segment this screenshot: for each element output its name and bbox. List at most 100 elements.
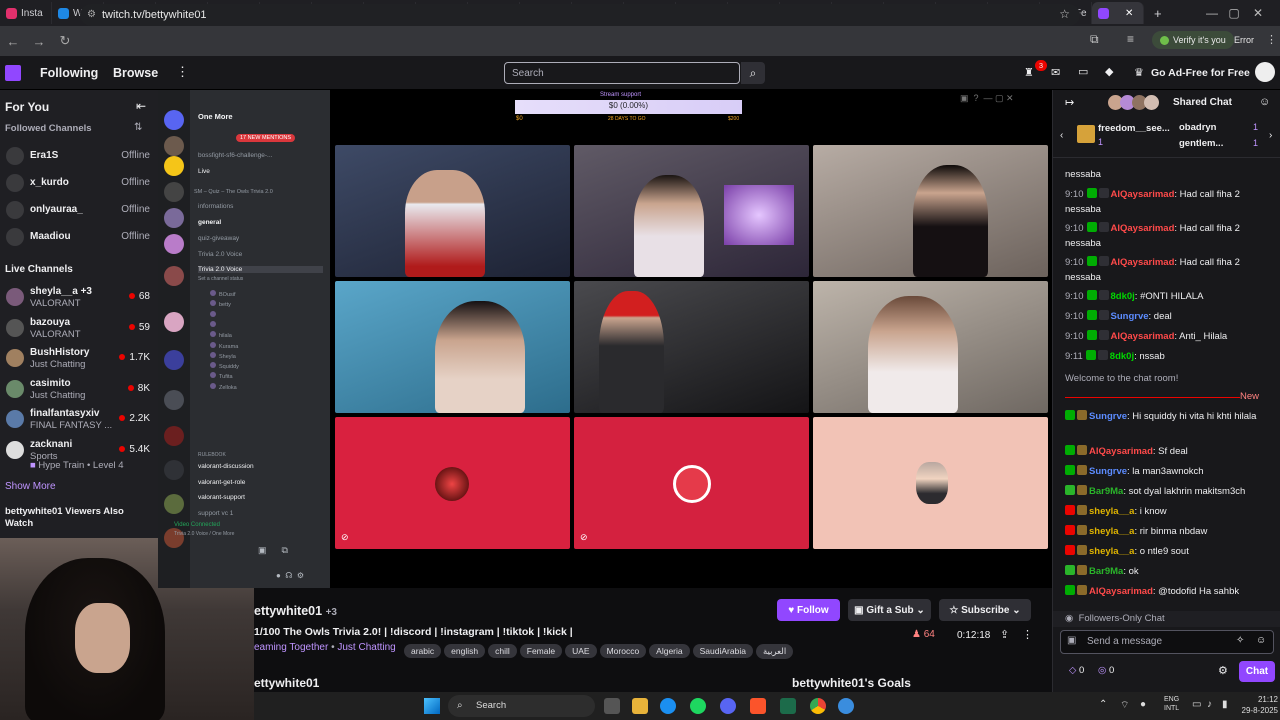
extensions-icon[interactable]: ⧉ bbox=[1090, 32, 1099, 47]
chat-username[interactable]: AlQaysarimad bbox=[1111, 189, 1175, 200]
more-menu-icon[interactable]: ⋮ bbox=[176, 64, 189, 80]
live-channel[interactable]: sheyla__a +3 VALORANT 68 bbox=[0, 283, 158, 311]
chat-username[interactable]: sheyla__a bbox=[1089, 526, 1134, 537]
chat-username[interactable]: AlQaysarimad bbox=[1111, 223, 1175, 234]
nav-following[interactable]: Following bbox=[40, 66, 98, 80]
chat-username[interactable]: Sungrve bbox=[1111, 311, 1149, 322]
app-icon[interactable] bbox=[780, 698, 796, 714]
followed-channel[interactable]: x_kurdo Offline bbox=[0, 169, 158, 197]
site-info-icon[interactable]: ⚙ bbox=[87, 9, 96, 20]
bits-icon[interactable]: ◆ bbox=[1105, 65, 1113, 78]
battery-icon[interactable]: ▮ bbox=[1222, 699, 1228, 710]
gift-sub-button[interactable]: ▣ Gift a Sub ⌄ bbox=[848, 599, 931, 621]
tag[interactable]: SaudiArabia bbox=[692, 644, 753, 658]
next-icon[interactable]: › bbox=[1269, 130, 1272, 141]
category-link[interactable]: Just Chatting bbox=[337, 642, 395, 653]
verify-button[interactable]: Verify it's you bbox=[1152, 31, 1234, 49]
chat-username[interactable]: AlQaysarimad bbox=[1089, 446, 1153, 457]
taskbar-search[interactable]: Search bbox=[448, 695, 595, 717]
tag[interactable]: Morocco bbox=[599, 644, 647, 658]
collapse-sidebar-icon[interactable]: ⇤ bbox=[136, 99, 146, 113]
tag[interactable]: Algeria bbox=[649, 644, 690, 658]
browser-tab[interactable]: Insta bbox=[0, 2, 52, 24]
chat-username[interactable]: Bar9Ma bbox=[1089, 566, 1123, 577]
chat-username[interactable]: Bar9Ma bbox=[1089, 486, 1123, 497]
chat-settings-icon[interactable]: ⚙ bbox=[1218, 664, 1228, 677]
streaming-together-link[interactable]: eaming Together bbox=[254, 642, 328, 653]
nav-browse[interactable]: Browse bbox=[113, 66, 158, 80]
wifi-icon[interactable]: ⌔ bbox=[1120, 699, 1129, 712]
users-icon[interactable]: ☺ bbox=[1259, 96, 1270, 108]
emote-icon[interactable]: ☺ bbox=[1256, 635, 1266, 646]
chat-badge-icon[interactable]: ▣ bbox=[1067, 635, 1076, 646]
ad-free-button[interactable]: Go Ad-Free for Free bbox=[1151, 67, 1250, 79]
file-explorer-icon[interactable] bbox=[632, 698, 648, 714]
discord-icon[interactable] bbox=[720, 698, 736, 714]
back-icon[interactable]: ← bbox=[0, 34, 26, 49]
tag[interactable]: Female bbox=[519, 644, 563, 658]
followed-channel[interactable]: Era1S Offline bbox=[0, 142, 158, 170]
spotify-icon[interactable] bbox=[690, 698, 706, 714]
language-indicator[interactable]: ENG INTL bbox=[1164, 695, 1179, 713]
followed-channel[interactable]: Maadiou Offline bbox=[0, 223, 158, 251]
chat-username[interactable]: AlQaysarimad bbox=[1111, 331, 1175, 342]
browser-icon[interactable] bbox=[838, 698, 854, 714]
task-view-icon[interactable] bbox=[604, 698, 620, 714]
follow-button[interactable]: ♥ Follow bbox=[777, 599, 840, 621]
channel-points[interactable]: ◇ 0 bbox=[1069, 665, 1084, 676]
chat-username[interactable]: sheyla__a bbox=[1089, 506, 1134, 517]
bits-balance[interactable]: ◎ 0 bbox=[1098, 665, 1114, 676]
reload-icon[interactable]: ↻ bbox=[52, 33, 78, 49]
tag[interactable]: chill bbox=[488, 644, 517, 658]
live-channel[interactable]: casimito Just Chatting 8K bbox=[0, 375, 158, 403]
close-tab-icon[interactable]: ✕ bbox=[1125, 8, 1133, 19]
prime-loot-icon[interactable]: ♜ bbox=[1024, 66, 1034, 79]
live-channel[interactable]: finalfantasyxiv FINAL FANTASY ... 2.2K bbox=[0, 405, 158, 433]
volume-icon[interactable]: ♪ bbox=[1207, 699, 1212, 710]
more-options-icon[interactable]: ⋮ bbox=[1022, 628, 1033, 641]
live-channel[interactable]: BushHistory Just Chatting 1.7K bbox=[0, 344, 158, 372]
followed-channel[interactable]: onlyauraa_ Offline bbox=[0, 196, 158, 224]
chat-username[interactable]: AlQaysarimad bbox=[1089, 586, 1153, 597]
chat-username[interactable]: Sungrve bbox=[1089, 411, 1127, 422]
live-channel[interactable]: bazouya VALORANT 59 bbox=[0, 314, 158, 342]
mic-tray-icon[interactable]: ● bbox=[1140, 699, 1146, 710]
tag[interactable]: english bbox=[444, 644, 486, 658]
show-more-link[interactable]: Show More bbox=[5, 481, 56, 492]
whispers-icon[interactable]: ▭ bbox=[1078, 65, 1088, 78]
browser-menu-icon[interactable]: ⋮ bbox=[1266, 33, 1277, 46]
twitch-logo-icon[interactable] bbox=[5, 65, 21, 81]
tag[interactable]: العربية bbox=[755, 644, 794, 659]
forward-icon[interactable]: → bbox=[26, 34, 52, 49]
browser-tab[interactable]: ✕ bbox=[1092, 2, 1144, 24]
reading-list-icon[interactable]: ≡ bbox=[1127, 32, 1134, 46]
search-icon[interactable]: ⌕ bbox=[741, 62, 765, 84]
chrome-icon[interactable] bbox=[810, 698, 826, 714]
chat-username[interactable]: AlQaysarimad bbox=[1111, 257, 1175, 268]
user-avatar[interactable] bbox=[1255, 62, 1275, 82]
windows-start-icon[interactable] bbox=[424, 698, 440, 714]
share-icon[interactable]: ⇪ bbox=[1000, 628, 1009, 641]
chat-username[interactable]: 8dk0j bbox=[1111, 291, 1135, 302]
channel-name[interactable]: ettywhite01 +3 bbox=[254, 604, 337, 618]
clock[interactable]: 21:12 29-8-2025 bbox=[1230, 694, 1278, 716]
tag[interactable]: UAE bbox=[565, 644, 597, 658]
video-player[interactable]: $0 (0.00%) Stream support $0 28 DAYS TO … bbox=[330, 90, 1052, 588]
collapse-chat-icon[interactable]: ↦ bbox=[1065, 96, 1074, 109]
chat-username[interactable]: 8dk0j bbox=[1110, 351, 1134, 362]
chat-username[interactable]: Sungrve bbox=[1089, 466, 1127, 477]
tray-overflow-icon[interactable]: ⌃ bbox=[1099, 699, 1107, 710]
error-button[interactable]: Error bbox=[1234, 35, 1254, 45]
tag[interactable]: arabic bbox=[404, 644, 442, 658]
chat-send-button[interactable]: Chat bbox=[1239, 661, 1275, 682]
new-tab-icon[interactable]: + bbox=[1144, 6, 1172, 21]
brave-icon[interactable] bbox=[750, 698, 766, 714]
prev-icon[interactable]: ‹ bbox=[1060, 130, 1063, 141]
network-icon[interactable]: ▭ bbox=[1192, 699, 1201, 710]
close-window-icon[interactable]: ✕ bbox=[1236, 0, 1280, 26]
subscribe-button[interactable]: ☆ Subscribe ⌄ bbox=[939, 599, 1031, 621]
edge-icon[interactable] bbox=[660, 698, 676, 714]
sort-icon[interactable]: ⇅ bbox=[134, 122, 142, 133]
bits-cheer-icon[interactable]: ✧ bbox=[1236, 635, 1244, 646]
bookmark-star-icon[interactable]: ☆ bbox=[1059, 7, 1070, 21]
